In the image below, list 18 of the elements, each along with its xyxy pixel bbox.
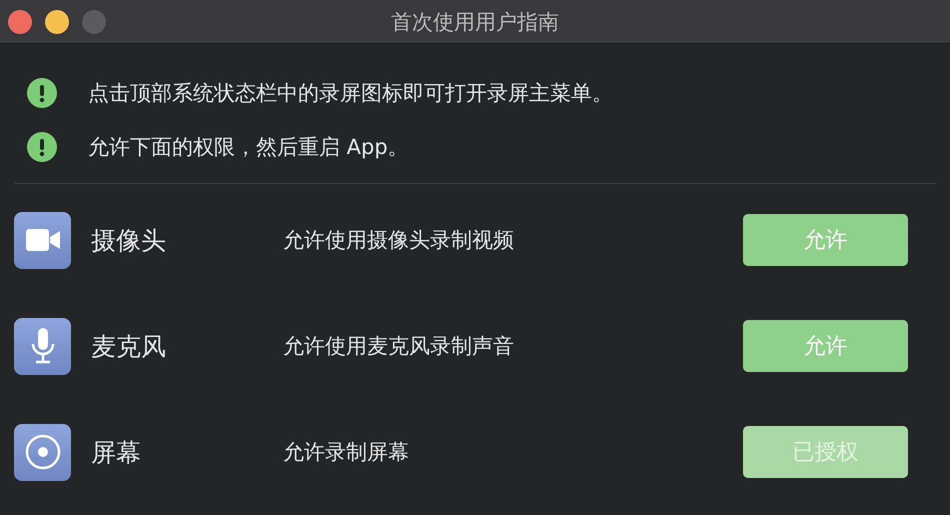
allow-button[interactable]: 允许 — [743, 214, 908, 266]
minimize-button[interactable] — [45, 10, 69, 34]
microphone-icon — [30, 328, 54, 364]
permission-name: 麦克风 — [91, 330, 167, 362]
allow-button[interactable]: 允许 — [743, 320, 908, 372]
video-camera-icon — [26, 229, 60, 251]
permission-description: 允许录制屏幕 — [283, 439, 410, 466]
window-title: 首次使用用户指南 — [391, 8, 559, 36]
close-button[interactable] — [8, 10, 32, 34]
permission-description: 允许使用摄像头录制视频 — [283, 227, 515, 254]
permission-description: 允许使用麦克风录制声音 — [283, 333, 515, 360]
record-icon — [24, 434, 60, 470]
notice-text: 点击顶部系统状态栏中的录屏图标即可打开录屏主菜单。 — [88, 80, 613, 107]
permission-name: 摄像头 — [91, 224, 167, 256]
exclamation-icon — [27, 132, 57, 162]
permission-name: 屏幕 — [91, 436, 142, 468]
exclamation-icon — [27, 78, 57, 108]
notice-text: 允许下面的权限，然后重启 App。 — [88, 134, 409, 161]
